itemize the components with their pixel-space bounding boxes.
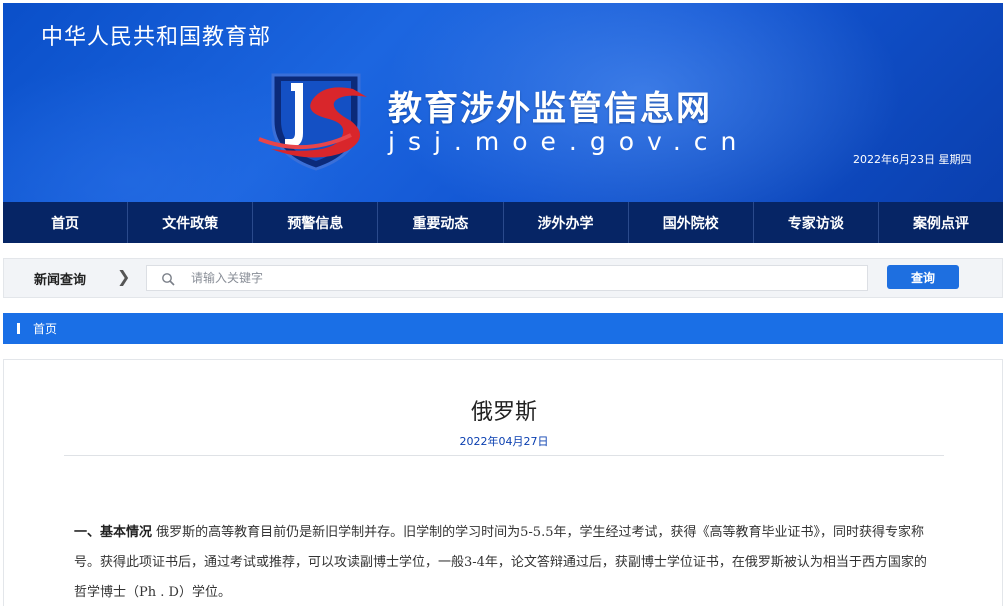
article-paragraph: 俄罗斯的高等教育目前仍是新旧学制并存。旧学制的学习时间为5-5.5年，学生经过考… [74,525,927,600]
nav-item-news[interactable]: 重要动态 [378,202,504,243]
current-date: 2022年6月23日 星期四 [853,153,972,166]
search-input[interactable] [191,268,861,288]
main-nav: 首页 文件政策 预警信息 重要动态 涉外办学 国外院校 专家访谈 案例点评 [3,202,1003,243]
site-domain: jsj.moe.gov.cn [388,127,750,156]
nav-item-expert-interviews[interactable]: 专家访谈 [754,202,879,243]
search-button[interactable]: 查询 [887,265,959,289]
nav-item-warnings[interactable]: 预警信息 [253,202,379,243]
search-label: 新闻查询 [34,273,87,288]
breadcrumb: 首页 [3,313,1003,344]
nav-item-policy-documents[interactable]: 文件政策 [128,202,254,243]
breadcrumb-home-link[interactable]: 首页 [33,320,57,337]
nav-item-foreign-education[interactable]: 涉外办学 [504,202,629,243]
nav-item-case-reviews[interactable]: 案例点评 [879,202,1003,243]
nav-item-foreign-institutions[interactable]: 国外院校 [629,202,754,243]
article-body: 一、基本情况 俄罗斯的高等教育目前仍是新旧学制并存。旧学制的学习时间为5-5.5… [74,518,936,606]
nav-item-home[interactable]: 首页 [3,202,129,243]
article-divider [64,455,944,456]
search-field [146,265,868,291]
article-title: 俄罗斯 [470,400,537,425]
page: 中华人民共和国教育部 教育涉外监管信息网 jsj.moe.gov.cn 2022… [0,0,1007,606]
chevron-right-icon: ❯ [117,267,131,286]
section-heading: 一、基本情况 [74,525,153,540]
search-icon [162,273,175,286]
ministry-name[interactable]: 中华人民共和国教育部 [41,19,271,51]
site-title[interactable]: 教育涉外监管信息网 [388,81,712,130]
jsj-shield-logo-icon[interactable] [255,69,375,173]
news-search-bar: 新闻查询 ❯ 查询 [3,258,1003,298]
article-panel: 俄罗斯 2022年04月27日 一、基本情况 俄罗斯的高等教育目前仍是新旧学制并… [3,359,1003,606]
breadcrumb-marker [17,323,20,334]
article-date: 2022年04月27日 [459,435,549,448]
site-banner: 中华人民共和国教育部 教育涉外监管信息网 jsj.moe.gov.cn 2022… [3,3,1003,202]
